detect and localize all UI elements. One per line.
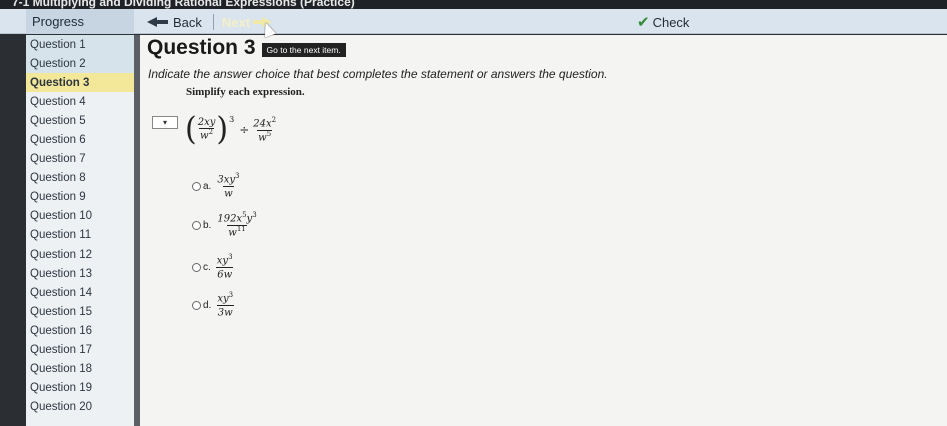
radio-button[interactable]: [192, 181, 201, 191]
sidebar-item-question-18[interactable]: Question 18: [26, 360, 134, 379]
expression-left-fraction: 2xy w2: [197, 116, 217, 142]
checkmark-icon: ✔: [637, 13, 650, 31]
next-label: Next: [222, 14, 251, 30]
left-denominator: w2: [199, 128, 215, 142]
sidebar-item-question-5[interactable]: Question 5: [26, 111, 134, 130]
right-denominator: w5: [257, 129, 273, 144]
choice-num-base: 3xy: [217, 174, 235, 186]
prompt-text: Simplify each expression.: [186, 86, 305, 98]
sidebar-item-question-17[interactable]: Question 17: [26, 341, 134, 360]
choice-num-base: 192x: [217, 213, 243, 225]
back-button[interactable]: Back: [147, 13, 202, 31]
toolbar: Progress Back Next ✔ Check: [0, 9, 947, 34]
left-den-base: w: [200, 130, 209, 142]
sidebar-item-question-4[interactable]: Question 4: [26, 92, 134, 111]
choice-numerator: 192x5y3: [216, 211, 257, 225]
choice-den-base: 3w: [217, 307, 233, 319]
sidebar-item-question-6[interactable]: Question 6: [26, 130, 134, 149]
radio-button[interactable]: [192, 300, 201, 310]
choice-num-exponent: 3: [228, 253, 233, 261]
question-header: Question 3 Go to the next item.: [147, 35, 346, 61]
sidebar-item-question-12[interactable]: Question 12: [26, 245, 134, 264]
answer-choice-c[interactable]: c. xy3 6w: [192, 253, 234, 281]
sidebar-item-question-2[interactable]: Question 2: [26, 54, 134, 74]
instruction-text: Indicate the answer choice that best com…: [148, 67, 608, 81]
progress-tab[interactable]: Progress: [26, 9, 134, 34]
radio-button[interactable]: [192, 220, 201, 230]
back-label: Back: [173, 14, 202, 30]
next-tooltip: Go to the next item.: [261, 43, 346, 57]
sidebar-item-question-15[interactable]: Question 15: [26, 302, 134, 321]
choice-numerator: 3xy3: [216, 172, 240, 186]
choice-numerator: xy3: [216, 253, 234, 267]
progress-label: Progress: [32, 14, 85, 29]
choice-num-exponent: 3: [235, 172, 240, 180]
choice-fraction: xy3 3w: [216, 291, 234, 319]
choice-fraction: 192x5y3 w11: [216, 211, 257, 239]
choice-letter: a.: [203, 180, 212, 192]
choice-den-base: w: [224, 188, 233, 200]
choice-num-base: xy: [217, 293, 229, 305]
choice-letter: d.: [203, 299, 212, 311]
choice-den-exponent: 11: [236, 224, 246, 233]
sidebar-item-question-19[interactable]: Question 19: [26, 379, 134, 398]
radio-button[interactable]: [192, 262, 201, 272]
left-numerator: 2xy: [197, 116, 216, 128]
choice-letter: b.: [203, 219, 212, 231]
choice-num-base: xy: [216, 255, 229, 267]
question-list: Question 1 Question 2 Question 3 Question 4…: [26, 35, 134, 417]
sidebar-item-question-20[interactable]: Question 20: [26, 398, 134, 417]
right-den-base: w: [258, 131, 267, 143]
question-sidebar: Question 1 Question 2 Question 3 Question 4…: [26, 35, 134, 426]
sidebar-item-question-7[interactable]: Question 7: [26, 150, 134, 169]
answer-choice-d[interactable]: d. xy3 3w: [192, 291, 234, 319]
question-title: Question 3: [147, 36, 256, 59]
right-num-exponent: 2: [271, 115, 277, 124]
choice-den-base: 6w: [217, 269, 233, 281]
check-button[interactable]: ✔ Check: [637, 13, 689, 31]
sidebar-item-question-16[interactable]: Question 16: [26, 321, 134, 340]
right-numerator: 24x2: [252, 115, 277, 130]
sidebar-item-question-9[interactable]: Question 9: [26, 188, 134, 207]
choice-fraction: 3xy3 w: [216, 172, 240, 200]
choice-denominator: w11: [227, 224, 247, 239]
sidebar-item-question-10[interactable]: Question 10: [26, 207, 134, 226]
choice-fraction: xy3 6w: [216, 253, 234, 281]
divide-operator: ÷: [239, 123, 250, 137]
toolbar-divider: [213, 14, 214, 30]
choice-denominator: w: [223, 185, 234, 200]
window-title-bar: 7-1 Multiplying and Dividing Rational Ex…: [0, 0, 947, 9]
choice-denominator: 6w: [216, 266, 234, 281]
sidebar-item-question-11[interactable]: Question 11: [26, 226, 134, 245]
left-paren: (: [185, 111, 197, 148]
question-panel: Question 3 Go to the next item. Indicate…: [140, 35, 947, 426]
window-title: 7-1 Multiplying and Dividing Rational Ex…: [12, 0, 355, 9]
left-den-exponent: 2: [208, 128, 214, 137]
sidebar-item-question-14[interactable]: Question 14: [26, 283, 134, 302]
expression-right-fraction: 24x2 w5: [252, 115, 277, 144]
expression: ( 2xy w2 ) 3 ÷ 24x2 w5: [185, 111, 277, 148]
answer-dropdown[interactable]: ▾: [152, 116, 178, 129]
sidebar-item-question-8[interactable]: Question 8: [26, 169, 134, 188]
choice-letter: c.: [203, 261, 211, 273]
choice-numerator: xy3: [216, 291, 234, 305]
choice-num-exponent-2: 3: [252, 211, 257, 219]
right-den-exponent: 5: [266, 129, 272, 138]
chevron-down-icon: ▾: [162, 117, 167, 127]
right-paren: ): [216, 111, 229, 148]
choice-denominator: 3w: [216, 304, 234, 319]
sidebar-item-question-13[interactable]: Question 13: [26, 264, 134, 283]
answer-choice-b[interactable]: b. 192x5y3 w11: [192, 211, 258, 239]
choice-den-base: w: [228, 227, 237, 239]
check-label: Check: [652, 14, 690, 30]
choice-num-exponent: 3: [228, 291, 234, 299]
back-arrow-icon: [147, 17, 169, 27]
sidebar-item-question-1[interactable]: Question 1: [26, 35, 134, 55]
sidebar-item-question-3[interactable]: Question 3: [26, 73, 134, 93]
answer-choice-a[interactable]: a. 3xy3 w: [192, 172, 240, 200]
right-num-base: 24x: [253, 118, 272, 129]
outer-exponent: 3: [229, 114, 235, 124]
